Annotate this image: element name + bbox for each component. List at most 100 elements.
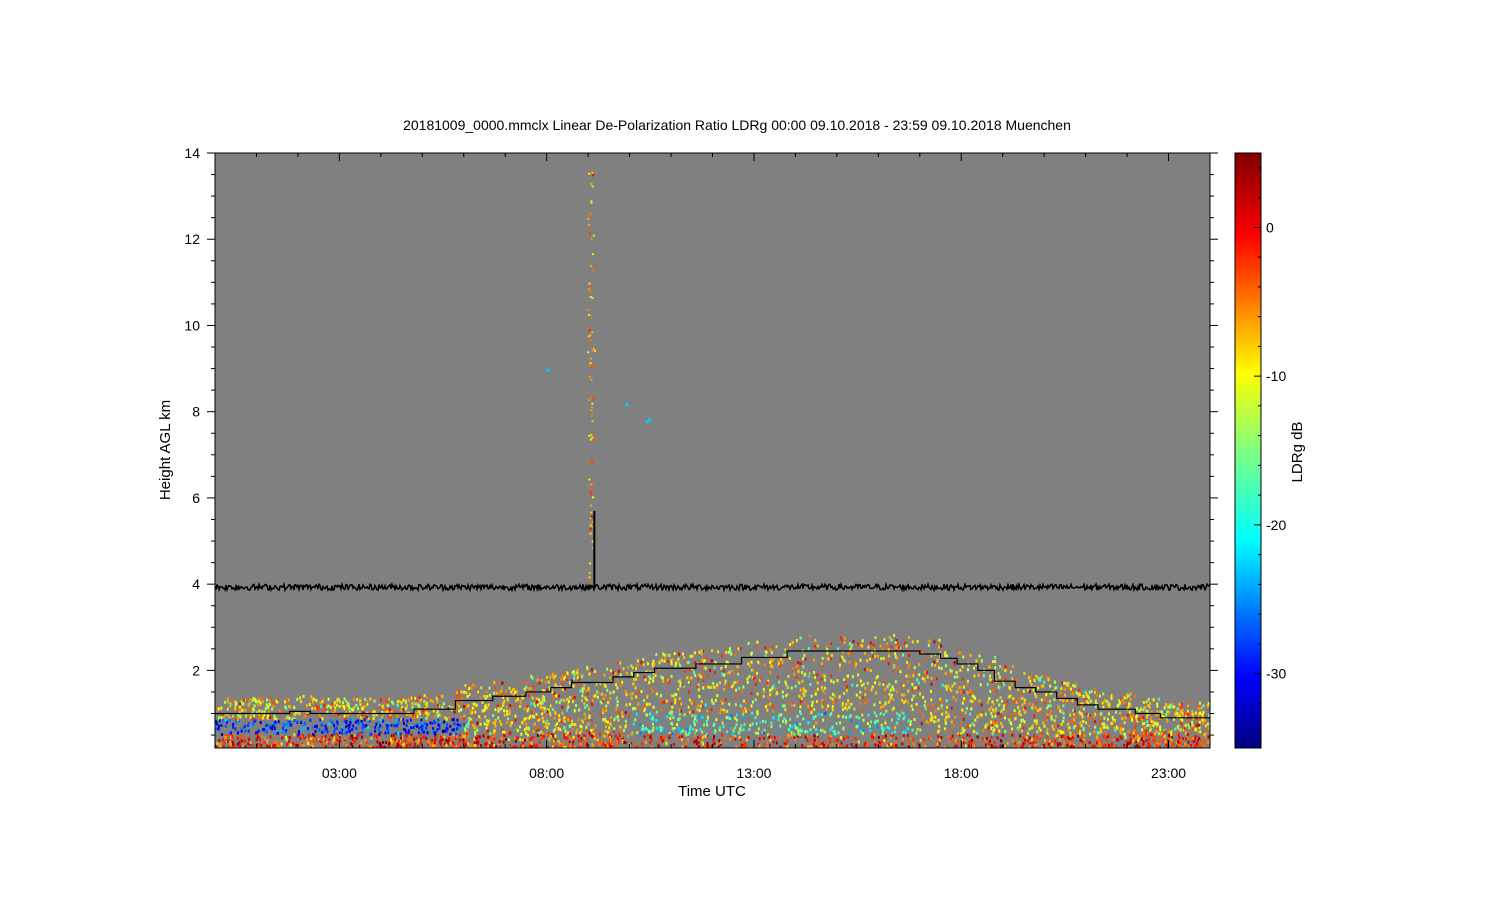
ldr-cell xyxy=(651,722,654,726)
ldr-cell xyxy=(735,688,738,692)
ldr-cell xyxy=(681,652,684,656)
ldr-cell xyxy=(1103,716,1106,720)
ldr-cell xyxy=(284,717,287,721)
ldr-cell xyxy=(784,694,787,698)
ldr-cell xyxy=(721,708,724,712)
ldr-cell xyxy=(814,715,817,719)
ldr-cell xyxy=(460,697,463,701)
ldr-cell xyxy=(594,672,597,676)
ldr-cell xyxy=(632,707,635,711)
ldr-cell xyxy=(1046,712,1049,716)
ldr-cell xyxy=(591,743,594,747)
ldr-cell xyxy=(863,668,866,672)
ldr-cell xyxy=(697,704,700,708)
ldr-cell xyxy=(566,708,569,712)
ldr-cell xyxy=(723,682,726,686)
ldr-cell xyxy=(1000,699,1003,703)
ldr-cell xyxy=(1187,723,1190,727)
ldr-cell xyxy=(306,730,309,734)
ldr-cell xyxy=(562,745,565,748)
ldr-cell xyxy=(1080,724,1083,728)
ldr-cell xyxy=(538,698,541,702)
ldr-cell xyxy=(749,724,752,728)
ldr-cell xyxy=(616,686,619,690)
ldr-cell xyxy=(484,704,487,708)
ldr-cell xyxy=(825,656,828,660)
ldr-cell xyxy=(1074,684,1077,688)
ldr-cell xyxy=(268,710,271,714)
ldr-cell xyxy=(1064,693,1067,697)
ldr-cell xyxy=(1028,690,1031,694)
ldr-cell xyxy=(1145,700,1148,704)
ldr-cell xyxy=(410,696,413,700)
ldr-cell xyxy=(1079,738,1082,742)
ldr-cell xyxy=(561,705,564,709)
ldr-cell xyxy=(446,722,449,726)
ldr-cell xyxy=(458,727,461,731)
ldr-cell xyxy=(649,712,652,716)
ldr-cell xyxy=(229,704,232,708)
ldr-cell xyxy=(725,660,728,664)
ldr-cell xyxy=(724,679,727,683)
ldr-cell xyxy=(355,732,358,736)
ldr-cell xyxy=(546,726,549,730)
ldr-cell xyxy=(513,688,516,692)
ldr-cell xyxy=(514,690,517,694)
ldr-cell xyxy=(905,674,908,678)
ldr-cell xyxy=(962,736,965,740)
ldr-cell xyxy=(563,726,566,730)
ldr-cell xyxy=(285,698,288,702)
ldr-cell xyxy=(1040,731,1043,735)
ldr-cell xyxy=(663,653,666,657)
ldr-cell xyxy=(706,715,709,719)
ldr-cell xyxy=(726,671,729,675)
ldr-cell xyxy=(329,719,332,723)
ldr-cell xyxy=(969,712,972,716)
ldr-cell xyxy=(845,735,848,739)
ldr-cell xyxy=(991,688,994,692)
ldr-cell xyxy=(941,712,944,716)
ldr-cell xyxy=(799,700,802,704)
ldr-cell xyxy=(510,690,513,694)
ldr-cell xyxy=(237,716,240,720)
ldr-cell xyxy=(895,736,898,740)
ldr-cell xyxy=(879,644,882,648)
ldr-cell xyxy=(689,654,692,658)
ldr-cell xyxy=(961,665,964,669)
ldr-cell xyxy=(640,660,643,664)
ldr-cell xyxy=(858,701,861,705)
ldr-cell xyxy=(531,714,534,718)
ldr-cell xyxy=(912,742,915,746)
ldr-cell xyxy=(626,665,629,669)
ldr-cell xyxy=(458,733,461,737)
ldr-cell xyxy=(476,728,479,732)
ldr-cell xyxy=(273,726,276,730)
ldr-cell xyxy=(685,744,688,748)
ldr-cell xyxy=(624,719,627,723)
ldr-cell xyxy=(700,700,703,704)
ldr-cell xyxy=(508,686,511,690)
ldr-cell xyxy=(276,731,279,735)
ldr-cell xyxy=(549,675,552,679)
ldr-cell xyxy=(779,724,782,728)
ldr-cell xyxy=(411,738,414,742)
ldr-cell xyxy=(588,398,591,401)
ldr-cell xyxy=(321,700,324,704)
ldr-cell xyxy=(590,414,593,417)
ldr-cell xyxy=(837,647,840,651)
ldr-cell xyxy=(793,732,796,736)
ldr-cell xyxy=(568,745,571,748)
ldr-cell xyxy=(579,724,582,728)
ldr-cell xyxy=(902,711,905,715)
ldr-cell xyxy=(706,709,709,713)
ldr-cell xyxy=(922,715,925,719)
ldr-cell xyxy=(646,702,649,706)
ldr-cell xyxy=(467,742,470,746)
ldr-cell xyxy=(313,739,316,743)
ldr-cell xyxy=(1001,667,1004,671)
ldr-cell xyxy=(1020,718,1023,722)
ldr-cell xyxy=(892,697,895,701)
ldr-cell xyxy=(809,728,812,732)
ldr-cell xyxy=(862,709,865,713)
ldr-cell xyxy=(458,709,461,713)
